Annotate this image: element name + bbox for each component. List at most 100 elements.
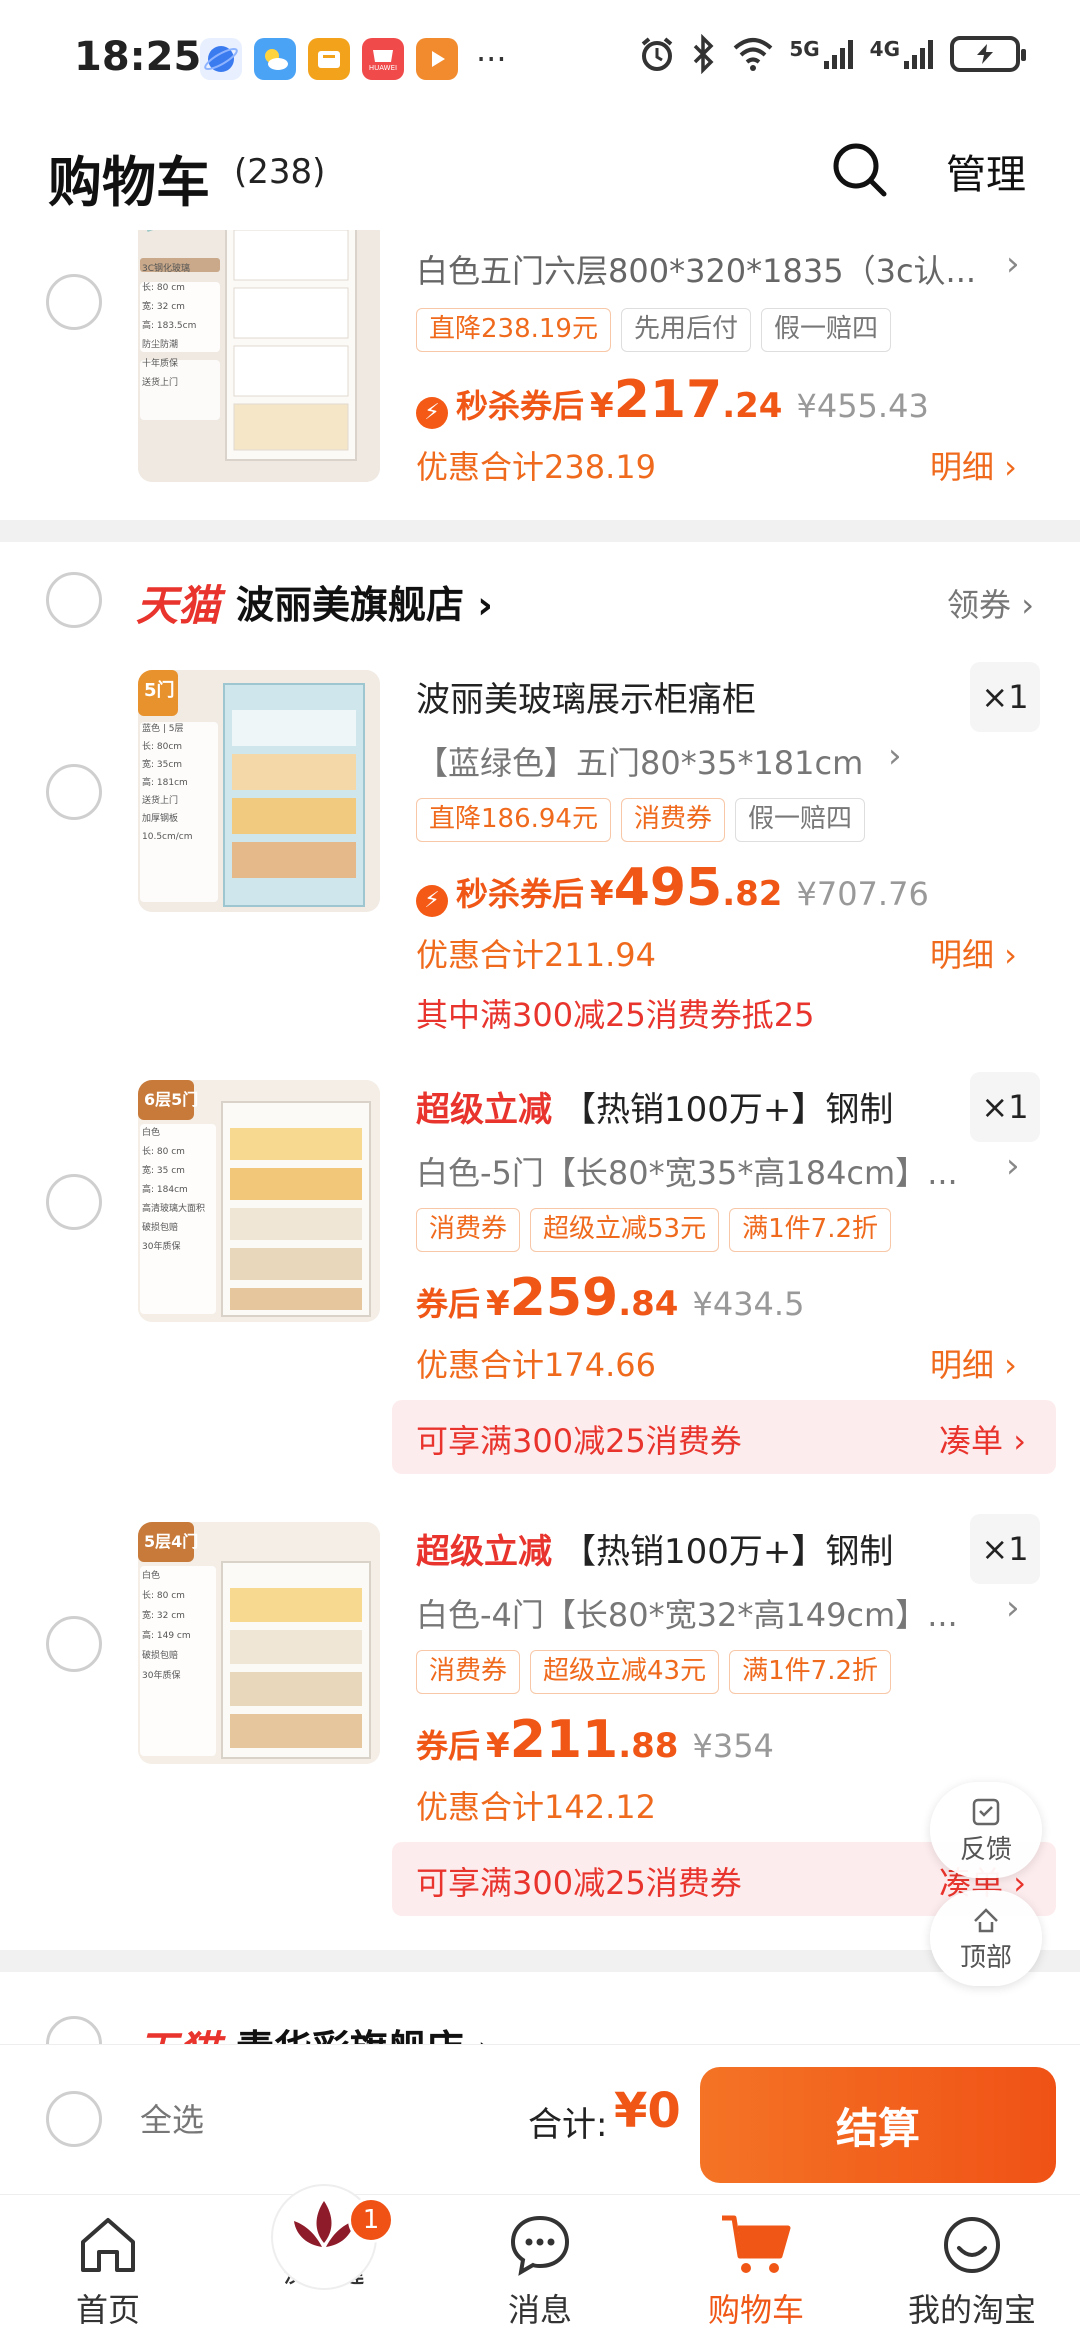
select-all-checkbox[interactable] — [46, 2091, 102, 2147]
tag: 消费券 — [416, 1650, 521, 1694]
back-to-top-button[interactable]: 顶部 — [930, 1890, 1042, 1986]
checkout-bar: 全选 合计: ¥0 结算 — [0, 2044, 1080, 2194]
price-decimal: .82 — [722, 874, 783, 914]
item-3-price: 券后 ¥ 259 .84 ¥434.5 — [416, 1268, 804, 1328]
item-1-sku[interactable]: 白色五门六层800*320*1835（3c认... — [416, 246, 1006, 292]
tab-cart[interactable]: 购物车 — [656, 2205, 856, 2331]
store-block: 天猫 波丽美旗舰店 › 领券 › 5门 蓝色 | 5层 长: 80cm 宽: 3… — [0, 542, 1080, 1950]
item-3-promo-bar[interactable]: 可享满300减25消费券 凑单 › — [392, 1400, 1056, 1474]
thumb-text: 十年质保 — [142, 359, 179, 369]
thumb-text: 3C钢化玻璃 — [142, 264, 191, 274]
huawei-text: HUAWEI — [368, 64, 398, 72]
price-integer: 211 — [509, 1710, 619, 1770]
thumb-text: 宽: 32 cm — [142, 1611, 185, 1621]
thumb-text: 30年质保 — [142, 1242, 181, 1252]
tab-messages[interactable]: 消息 — [440, 2205, 640, 2331]
store-name-link[interactable]: 波丽美旗舰店 › — [236, 574, 493, 629]
total-label: 合计: — [528, 2105, 608, 2145]
add-on-link[interactable]: 凑单 › — [939, 1416, 1026, 1462]
get-coupon-button[interactable]: 领券 › — [947, 580, 1034, 626]
item-4-quantity[interactable]: ×1 — [970, 1514, 1040, 1584]
item-4-image[interactable]: 5层4门 白色 长: 80 cm 宽: 32 cm 高: 149 cm 破损包赔… — [138, 1522, 380, 1764]
item-3-sku[interactable]: 白色-5门【长80*宽35*高184cm】... — [416, 1148, 986, 1194]
item-4-sku-chevron[interactable]: › — [1006, 1588, 1020, 1628]
tag: 超级立减43元 — [530, 1650, 720, 1694]
price-currency: ¥ — [486, 1726, 510, 1766]
price-label: 券后 — [416, 1285, 481, 1323]
thumb-text: 防尘防潮 — [142, 340, 179, 350]
promo-text: 可享满300减25消费券 — [416, 1864, 742, 1902]
manage-button[interactable]: 管理 — [946, 142, 1026, 200]
original-price: ¥354 — [692, 1727, 774, 1765]
next-store-block: 天猫 青华彩旗舰店 › — [0, 1972, 1080, 2044]
item-2-tags: 直降186.94元 消费券 假一赔四 — [416, 798, 866, 842]
super-discount-label: 超级立减 — [416, 1532, 552, 1572]
select-all-label[interactable]: 全选 — [140, 2095, 204, 2141]
tag: 满1件7.2折 — [729, 1650, 892, 1694]
item-1-checkbox[interactable] — [46, 274, 102, 330]
item-3-detail-link[interactable]: 明细 › — [930, 1340, 1017, 1386]
item-1-sku-chevron[interactable]: › — [1006, 244, 1020, 284]
status-time: 18:25 — [74, 34, 202, 80]
next-store-name[interactable]: 青华彩旗舰店 › — [236, 2018, 493, 2044]
flash-sale-icon: ⚡ — [416, 396, 448, 429]
item-2-quantity[interactable]: ×1 — [970, 662, 1040, 732]
item-2-image[interactable]: 5门 蓝色 | 5层 长: 80cm 宽: 35cm 高: 181cm 送货上门… — [138, 670, 380, 912]
item-1-detail-link[interactable]: 明细 › — [930, 442, 1017, 488]
tag: 消费券 — [416, 1208, 521, 1252]
item-2-sku-chevron[interactable]: › — [888, 736, 902, 776]
tab-label: 购物车 — [707, 2291, 804, 2329]
notification-badge: 1 — [348, 2197, 394, 2243]
store-checkbox[interactable] — [46, 572, 102, 628]
item-4-sku[interactable]: 白色-4门【长80*宽32*高149cm】... — [416, 1590, 986, 1636]
item-1-image[interactable]: 3C钢化玻璃 长: 80 cm 宽: 32 cm 高: 183.5cm 防尘防潮… — [138, 230, 380, 482]
checkout-button[interactable]: 结算 — [700, 2067, 1056, 2183]
item-4-title-text: 【热销100万+】钢制 — [562, 1532, 894, 1572]
item-4-discount-total: 优惠合计142.12 — [416, 1788, 656, 1826]
price-label: 秒杀券后 — [456, 875, 585, 913]
price-currency: ¥ — [590, 874, 614, 914]
item-3-checkbox[interactable] — [46, 1174, 102, 1230]
tag: 满1件7.2折 — [729, 1208, 892, 1252]
next-store-checkbox[interactable] — [46, 2016, 102, 2044]
item-2-sku[interactable]: 【蓝绿色】五门80*35*181cm — [416, 738, 886, 784]
item-3-sku-chevron[interactable]: › — [1006, 1146, 1020, 1186]
wifi-icon — [733, 38, 773, 71]
item-4-price: 券后 ¥ 211 .88 ¥354 — [416, 1710, 774, 1770]
message-icon — [510, 2215, 570, 2276]
alarm-icon — [642, 37, 673, 71]
thumb-text: 加厚钢板 — [142, 814, 179, 824]
tab-home[interactable]: 首页 — [8, 2205, 208, 2331]
tab-label: 消息 — [507, 2291, 572, 2329]
item-4-checkbox[interactable] — [46, 1616, 102, 1672]
price-decimal: .88 — [618, 1726, 679, 1766]
thumb-text: 高清玻璃大面积 — [142, 1204, 206, 1214]
tab-brand[interactable]: 1 汉尚华莲 — [224, 2184, 424, 2290]
cart-header: 购物车 (238) 管理 — [0, 120, 1080, 230]
item-3-quantity[interactable]: ×1 — [970, 1072, 1040, 1142]
signal-4g-icon: 4G — [870, 37, 936, 71]
tmall-logo: 天猫 — [136, 2018, 220, 2044]
tag: 直降186.94元 — [416, 798, 611, 842]
item-2-detail-link[interactable]: 明细 › — [930, 930, 1017, 976]
price-integer: 259 — [509, 1268, 619, 1328]
tab-profile[interactable]: 我的淘宝 — [872, 2205, 1072, 2331]
feedback-button[interactable]: 反馈 — [930, 1782, 1042, 1878]
price-currency: ¥ — [486, 1284, 510, 1324]
cart-icon — [722, 2215, 791, 2273]
thumb-text: 白色 — [142, 1571, 161, 1581]
item-2-discount-total: 优惠合计211.94 — [416, 936, 656, 974]
item-3-image[interactable]: 6层5门 白色 长: 80 cm 宽: 35 cm 高: 184cm 高清玻璃大… — [138, 1080, 380, 1322]
item-4-title[interactable]: 超级立减 【热销100万+】钢制 — [416, 1524, 956, 1573]
weather-icon — [254, 38, 296, 80]
battery-icon — [950, 36, 1026, 72]
top-label: 顶部 — [959, 1942, 1012, 1973]
item-2-price: ⚡ 秒杀券后 ¥ 495 .82 ¥707.76 — [416, 858, 929, 918]
item-2-title[interactable]: 波丽美玻璃展示柜痛柜 — [416, 672, 936, 721]
feedback-icon — [972, 1798, 1000, 1825]
item-3-title[interactable]: 超级立减 【热销100万+】钢制 — [416, 1082, 956, 1131]
item-2-checkbox[interactable] — [46, 764, 102, 820]
search-button[interactable] — [830, 140, 890, 200]
item-3-title-text: 【热销100万+】钢制 — [562, 1090, 894, 1130]
tab-label: 我的淘宝 — [907, 2291, 1036, 2329]
